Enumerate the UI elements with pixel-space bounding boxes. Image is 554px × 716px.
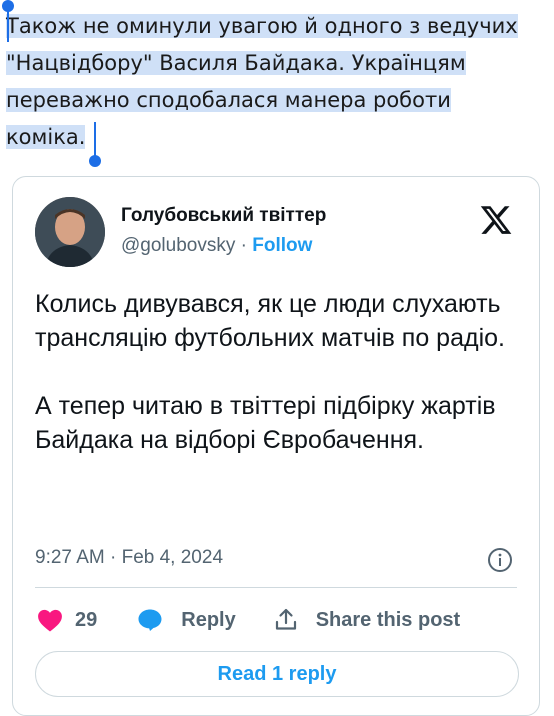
like-count: 29: [75, 608, 98, 631]
reply-label: Reply: [181, 608, 236, 631]
tweet-paragraph: А тепер читаю в твіттері підбірку жартів…: [35, 392, 496, 454]
share-icon: [275, 608, 296, 630]
article-paragraph: Також не оминули увагою й одного з ведуч…: [6, 8, 546, 156]
embedded-tweet: Голубовський твіттер @golubovsky · Follo…: [12, 176, 540, 716]
article-line: "Нацвідбору" Василя Байдака. Українцям: [6, 51, 466, 75]
tweet-timestamp[interactable]: 9:27 AM · Feb 4, 2024: [35, 547, 223, 569]
article-line: переважно сподобалася манера роботи: [6, 88, 451, 112]
avatar[interactable]: [35, 197, 105, 267]
like-button[interactable]: 29: [37, 608, 97, 632]
read-replies-button[interactable]: Read 1 reply: [35, 651, 519, 697]
reply-bubble-icon: [138, 609, 162, 631]
tweet-text: Колись дивувався, як це люди слухають тр…: [35, 287, 515, 457]
x-logo-icon[interactable]: [479, 203, 513, 237]
author-handle-row: @golubovsky · Follow: [121, 235, 312, 257]
reply-button[interactable]: Reply: [137, 608, 236, 632]
divider: [35, 587, 517, 588]
selection-end-caret: [94, 122, 96, 156]
selection-start-caret: [7, 8, 9, 42]
info-icon[interactable]: [487, 547, 513, 573]
selection-end-handle[interactable]: [89, 155, 101, 167]
author-handle[interactable]: @golubovsky: [121, 235, 235, 256]
follow-button[interactable]: Follow: [252, 235, 312, 256]
tweet-paragraph: Колись дивувався, як це люди слухають тр…: [35, 290, 505, 352]
share-label: Share this post: [315, 608, 461, 631]
article-line: коміка.: [6, 125, 86, 149]
author-name[interactable]: Голубовський твіттер: [121, 205, 326, 227]
heart-icon: [38, 609, 62, 632]
article-line: Також не оминули увагою й одного з ведуч…: [6, 14, 518, 38]
separator: ·: [240, 235, 247, 256]
share-button[interactable]: Share this post: [274, 608, 460, 632]
tweet-actions: 29 Reply Share this post: [37, 605, 460, 635]
